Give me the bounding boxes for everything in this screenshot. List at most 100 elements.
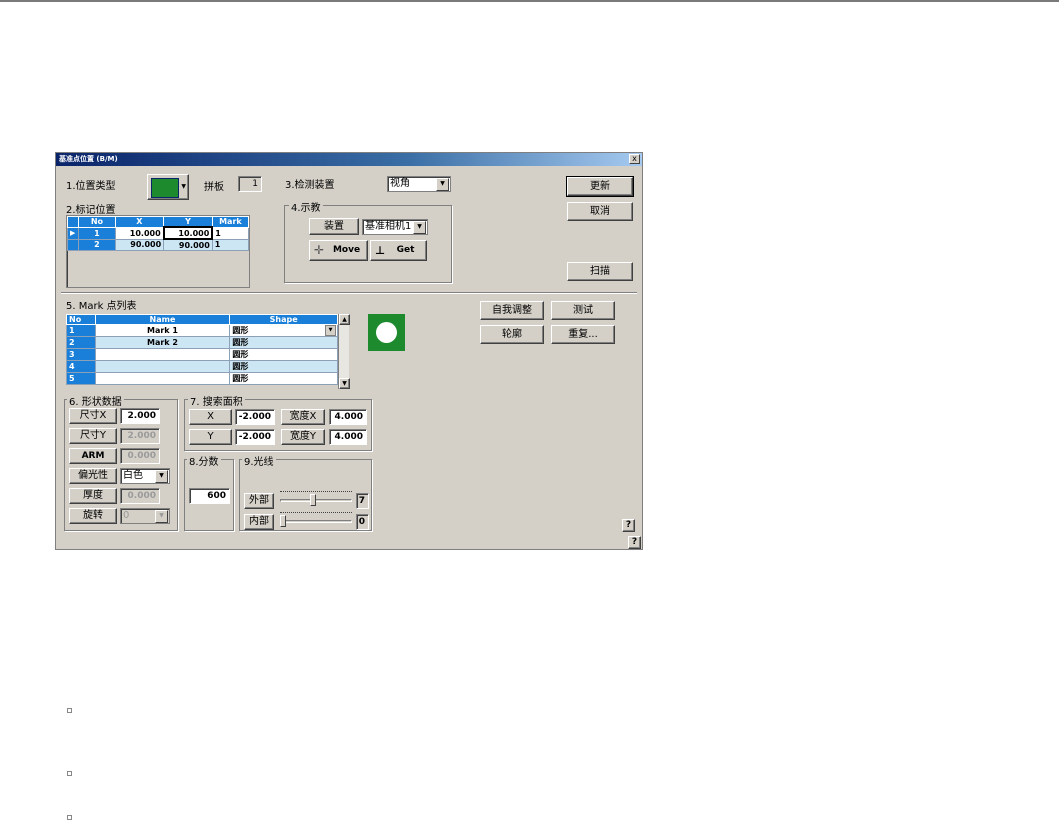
dialog-title-bar: 基准点位置 (B/M) xyxy=(56,153,642,166)
mark-list-title: 5. Mark 点列表 xyxy=(66,301,137,312)
search-y-input[interactable]: -2.000 xyxy=(235,429,275,445)
dialog-title: 基准点位置 (B/M) xyxy=(59,155,118,163)
score-input[interactable]: 600 xyxy=(189,488,230,504)
repeat-button[interactable]: 重复... xyxy=(551,325,615,344)
width-y-button[interactable]: 宽度Y xyxy=(281,429,325,445)
chevron-down-icon[interactable]: ▼ xyxy=(155,470,168,483)
inner-light-button[interactable]: 内部 xyxy=(244,514,274,530)
width-x-input[interactable]: 4.000 xyxy=(329,409,367,425)
size-y-button[interactable]: 尺寸Y xyxy=(69,428,117,444)
size-x-input[interactable]: 2.000 xyxy=(120,408,160,424)
crosshair-icon: ✛ xyxy=(314,243,325,257)
width-y-input[interactable]: 4.000 xyxy=(329,429,367,445)
test-button[interactable]: 测试 xyxy=(551,301,615,320)
table-cell[interactable]: 10.000 xyxy=(114,226,165,240)
table-row[interactable]: 1 Mark 1 圆形 ▼ xyxy=(66,324,338,337)
polarity-button[interactable]: 偏光性 xyxy=(69,468,117,484)
table-row[interactable]: 3 圆形 xyxy=(66,348,338,361)
circle-mark-icon xyxy=(376,322,397,343)
chevron-down-icon[interactable]: ▼ xyxy=(413,221,426,234)
help-icon[interactable]: ? xyxy=(628,536,641,549)
table-row[interactable]: ▶ 1 10.000 10.000 1 xyxy=(66,226,250,240)
column-header-mark: Mark xyxy=(211,216,250,228)
inner-light-slider[interactable] xyxy=(280,512,352,530)
chevron-down-icon[interactable]: ▼ xyxy=(325,325,336,336)
table-row[interactable]: 2 Mark 2 圆形 xyxy=(66,336,338,349)
scroll-down-icon[interactable]: ▼ xyxy=(339,378,350,389)
chevron-down-icon: ▼ xyxy=(155,510,168,523)
device-button[interactable]: 装置 xyxy=(309,218,359,235)
arm-button[interactable]: ARM xyxy=(69,448,117,464)
table-cell[interactable]: 90.000 xyxy=(114,238,165,251)
table-cell[interactable] xyxy=(94,372,231,385)
column-header-x: X xyxy=(114,216,165,228)
search-x-input[interactable]: -2.000 xyxy=(235,409,275,425)
shape-cell-select[interactable]: 圆形 ▼ xyxy=(229,324,338,337)
bullet-icon xyxy=(67,771,72,776)
inner-light-slider-thumb[interactable] xyxy=(280,515,286,527)
table-cell[interactable] xyxy=(94,348,231,361)
search-x-button[interactable]: X xyxy=(189,409,232,425)
board-type-icon xyxy=(151,178,179,198)
camera-select[interactable]: 基准相机1 ▼ xyxy=(362,219,428,235)
table-row[interactable]: 2 90.000 90.000 1 xyxy=(66,238,250,251)
panel-count-field: 1 xyxy=(238,176,262,192)
cancel-button[interactable]: 取消 xyxy=(567,202,633,221)
table-cell[interactable]: 1 xyxy=(211,226,250,240)
scroll-up-icon[interactable]: ▲ xyxy=(339,314,350,325)
size-y-input: 2.000 xyxy=(120,428,160,444)
inner-light-value: 0 xyxy=(356,514,369,530)
panel-label: 拼板 xyxy=(204,182,224,193)
top-border-line xyxy=(0,0,1059,2)
bullet-icon xyxy=(67,708,72,713)
column-header-name: Name xyxy=(94,314,231,325)
mark-shape-preview xyxy=(368,314,405,351)
teaching-title: 4.示教 xyxy=(289,199,323,214)
chevron-down-icon: ▼ xyxy=(181,183,186,190)
outline-button[interactable]: 轮廓 xyxy=(480,325,544,344)
table-cell[interactable]: 圆形 xyxy=(229,348,338,361)
table-row[interactable]: 4 圆形 xyxy=(66,360,338,373)
table-cell[interactable]: 1 xyxy=(211,238,250,251)
self-adjust-button[interactable]: 自我调整 xyxy=(480,301,544,320)
position-type-title: 1.位置类型 xyxy=(66,181,116,192)
chevron-down-icon[interactable]: ▼ xyxy=(436,178,449,191)
close-button[interactable]: x xyxy=(629,154,640,164)
polarity-select[interactable]: 白色 ▼ xyxy=(120,468,170,484)
thickness-button[interactable]: 厚度 xyxy=(69,488,117,504)
bullet-icon xyxy=(67,815,72,820)
outer-light-slider[interactable] xyxy=(280,491,352,509)
update-button[interactable]: 更新 xyxy=(566,176,634,197)
position-type-dropdown[interactable]: ▼ xyxy=(147,174,189,200)
width-x-button[interactable]: 宽度X xyxy=(281,409,325,425)
table-cell-selected[interactable]: 10.000 xyxy=(162,226,214,240)
detection-device-select[interactable]: 视角 ▼ xyxy=(387,176,451,192)
scan-button[interactable]: 扫描 xyxy=(567,262,633,281)
rotation-select: 0 ▼ xyxy=(120,508,170,524)
column-header-no: No xyxy=(78,216,116,228)
table-cell[interactable]: 圆形 xyxy=(229,372,338,385)
table-row[interactable]: 5 圆形 xyxy=(66,372,338,385)
table-cell[interactable]: 90.000 xyxy=(163,238,213,251)
light-title: 9.光线 xyxy=(242,453,276,468)
thickness-input: 0.000 xyxy=(120,488,160,504)
move-button[interactable]: ✛ Move xyxy=(309,240,368,261)
help-icon[interactable]: ? xyxy=(622,519,635,532)
table-cell[interactable]: 圆形 xyxy=(229,336,338,349)
table-cell[interactable]: Mark 1 xyxy=(94,324,231,337)
outer-light-button[interactable]: 外部 xyxy=(244,493,274,509)
get-button[interactable]: ⊥ Get xyxy=(370,240,427,261)
row-pointer-icon: ▶ xyxy=(66,226,80,240)
outer-light-slider-thumb[interactable] xyxy=(310,494,316,506)
arm-input: 0.000 xyxy=(120,448,160,464)
mark-list-scrollbar[interactable]: ▲ ▼ xyxy=(338,314,350,389)
search-y-button[interactable]: Y xyxy=(189,429,232,445)
table-cell[interactable]: Mark 2 xyxy=(94,336,231,349)
score-title: 8.分数 xyxy=(187,453,221,468)
size-x-button[interactable]: 尺寸X xyxy=(69,408,117,424)
table-cell[interactable]: 圆形 xyxy=(229,360,338,373)
table-cell[interactable] xyxy=(94,360,231,373)
close-icon: x xyxy=(632,154,637,163)
shape-data-title: 6. 形状数据 xyxy=(67,393,124,408)
rotation-button[interactable]: 旋转 xyxy=(69,508,117,524)
